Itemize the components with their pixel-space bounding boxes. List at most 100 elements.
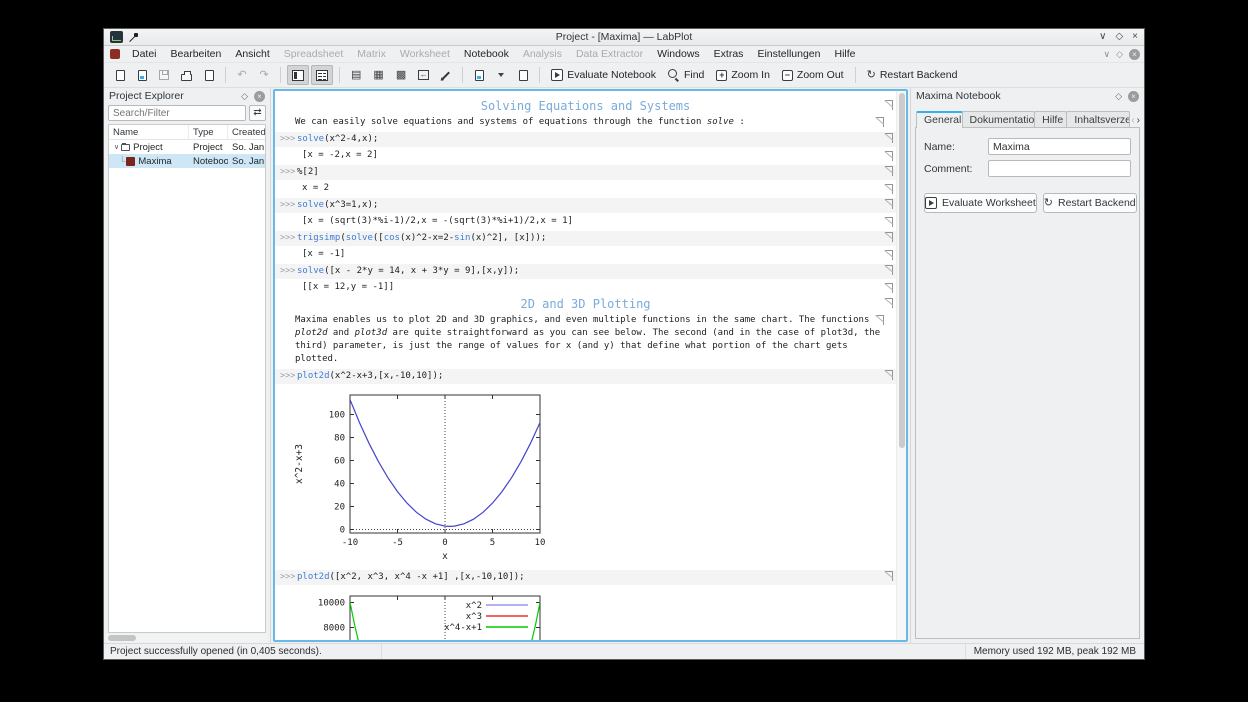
toggle-properties-explorer-button[interactable] [311, 65, 333, 85]
tab-general[interactable]: General [916, 111, 963, 128]
new-script-button[interactable] [513, 65, 533, 85]
cell-fold-handle[interactable] [885, 151, 893, 161]
tab-scroll-right-icon[interactable]: › [1137, 115, 1140, 126]
name-field[interactable] [988, 138, 1131, 155]
zoom-out-button[interactable]: − Zoom Out [777, 65, 849, 85]
notebook-content[interactable]: Solving Equations and Systems We can easi… [275, 91, 896, 640]
cell-fold-handle[interactable] [885, 199, 893, 209]
mdi-minimize-icon[interactable]: ∨ [1103, 49, 1110, 60]
vertical-scrollbar[interactable] [896, 91, 906, 640]
menu-analysis[interactable]: Analysis [516, 47, 569, 61]
search-input[interactable] [108, 105, 246, 121]
save-project-button[interactable] [154, 65, 174, 85]
zoom-in-button[interactable]: + Zoom In [711, 65, 775, 85]
evaluate-worksheet-button[interactable]: Evaluate Worksheet [924, 193, 1037, 213]
new-notebook-dropdown-button[interactable] [491, 65, 511, 85]
notebook-command-cell[interactable]: >>> plot2d([x^2, x^3, x^4 -x +1] ,[x,-10,… [275, 570, 896, 585]
cell-fold-handle[interactable] [885, 232, 893, 242]
maxima-icon [126, 156, 136, 166]
tab-dokumentation[interactable]: Dokumentation [961, 111, 1036, 128]
menu-data-extractor[interactable]: Data Extractor [569, 47, 650, 61]
toggle-project-explorer-button[interactable] [287, 65, 309, 85]
minimize-icon[interactable]: ∨ [1099, 32, 1106, 42]
tab-hilfe[interactable]: Hilfe [1034, 111, 1068, 128]
cell-fold-handle[interactable] [885, 100, 893, 110]
scrollbar-thumb[interactable] [899, 93, 905, 448]
cell-fold-handle[interactable] [876, 315, 884, 325]
import-data-button[interactable]: ← [413, 65, 434, 85]
horizontal-scrollbar[interactable] [106, 634, 268, 642]
column-header-name[interactable]: Name [109, 125, 189, 139]
restart-backend-button[interactable]: ↻ Restart Backend [862, 65, 963, 85]
comment-field[interactable] [988, 160, 1131, 177]
new-notebook-button[interactable] [469, 65, 489, 85]
new-document-button[interactable] [110, 65, 130, 85]
menu-bearbeiten[interactable]: Bearbeiten [164, 47, 229, 61]
evaluate-notebook-button[interactable]: Evaluate Notebook [546, 65, 661, 85]
notebook-command-cell[interactable]: >>> trigsimp(solve([cos(x)^2-x=2-sin(x)^2… [275, 231, 896, 246]
tree-row-project[interactable]: ∨ Project Project So. Jan. 2 18: [109, 140, 265, 154]
command-prompt: >>> [280, 371, 296, 381]
cell-fold-handle[interactable] [885, 265, 893, 275]
tab-scroll-left-icon[interactable]: ‹ [1131, 115, 1134, 126]
cell-fold-handle[interactable] [885, 283, 893, 293]
notebook-output: [[x = 12,y = -1]] [302, 282, 896, 293]
cell-fold-handle[interactable] [885, 133, 893, 143]
tree-row-maxima[interactable]: └ Maxima Notebook So. Jan. 2 18: [109, 154, 265, 168]
project-explorer-title: Project Explorer [109, 90, 184, 102]
maximize-icon[interactable]: ◇ [1115, 32, 1123, 42]
notebook-command-cell[interactable]: >>> %[2] [275, 165, 896, 180]
print-preview-button[interactable] [199, 65, 219, 85]
find-button[interactable]: Find [663, 65, 709, 85]
notebook-command-cell[interactable]: >>> solve(x^2-4,x); [275, 132, 896, 147]
filter-options-button[interactable]: ⇄ [249, 105, 266, 121]
close-icon[interactable]: × [1132, 32, 1138, 42]
column-header-created[interactable]: Created [228, 125, 265, 139]
expander-icon[interactable]: ∨ [114, 143, 119, 151]
menu-notebook[interactable]: Notebook [457, 47, 516, 61]
redo-button[interactable]: ↷ [254, 65, 274, 85]
notebook-command-cell[interactable]: >>> plot2d(x^2-x+3,[x,-10,10]); [275, 369, 896, 384]
cell-fold-handle[interactable] [885, 298, 893, 308]
cell-fold-handle[interactable] [885, 184, 893, 194]
cell-fold-handle[interactable] [885, 250, 893, 260]
notebook-command-cell[interactable]: >>> solve([x - 2*y = 14, x + 3*y = 9],[x,… [275, 264, 896, 279]
restart-backend-button[interactable]: ↻ Restart Backend [1042, 193, 1137, 213]
menu-worksheet[interactable]: Worksheet [393, 47, 457, 61]
menu-windows[interactable]: Windows [650, 47, 707, 61]
scrollbar-thumb[interactable] [108, 635, 136, 641]
mdi-close-icon[interactable]: × [1129, 48, 1140, 60]
new-workbook-button[interactable]: ▤ [346, 65, 366, 85]
notebook-command-cell[interactable]: >>> solve(x^3=1,x); [275, 198, 896, 213]
close-panel-icon[interactable]: × [254, 90, 265, 102]
data-extractor-button[interactable] [436, 65, 456, 85]
undo-icon: ↶ [237, 68, 247, 81]
new-spreadsheet-button[interactable]: ▦ [368, 65, 388, 85]
menu-matrix[interactable]: Matrix [350, 47, 393, 61]
pin-icon[interactable] [130, 32, 139, 42]
maxima-window-icon[interactable] [110, 49, 120, 59]
mdi-maximize-icon[interactable]: ◇ [1116, 49, 1123, 60]
new-matrix-button[interactable]: ▩ [391, 65, 411, 85]
float-panel-icon[interactable]: ◇ [1115, 91, 1122, 102]
menu-datei[interactable]: Datei [125, 47, 164, 61]
properties-panel: Maxima Notebook ◇ × General Dokumentatio… [910, 88, 1144, 643]
undo-button[interactable]: ↶ [232, 65, 252, 85]
cell-fold-handle[interactable] [885, 370, 893, 380]
menu-einstellungen[interactable]: Einstellungen [750, 47, 827, 61]
menu-spreadsheet[interactable]: Spreadsheet [277, 47, 351, 61]
cell-fold-handle[interactable] [885, 166, 893, 176]
print-button[interactable] [176, 65, 197, 85]
zoom-out-label: Zoom Out [796, 69, 844, 81]
close-panel-icon[interactable]: × [1128, 90, 1139, 102]
column-header-type[interactable]: Type [189, 125, 228, 139]
menu-hilfe[interactable]: Hilfe [827, 47, 862, 61]
cell-fold-handle[interactable] [885, 217, 893, 227]
float-panel-icon[interactable]: ◇ [241, 91, 248, 102]
tab-inhaltsverzeichnis[interactable]: Inhaltsverzeichn [1066, 111, 1131, 128]
menu-extras[interactable]: Extras [707, 47, 751, 61]
open-document-button[interactable] [132, 65, 152, 85]
cell-fold-handle[interactable] [876, 117, 884, 127]
menu-ansicht[interactable]: Ansicht [228, 47, 276, 61]
cell-fold-handle[interactable] [885, 571, 893, 581]
